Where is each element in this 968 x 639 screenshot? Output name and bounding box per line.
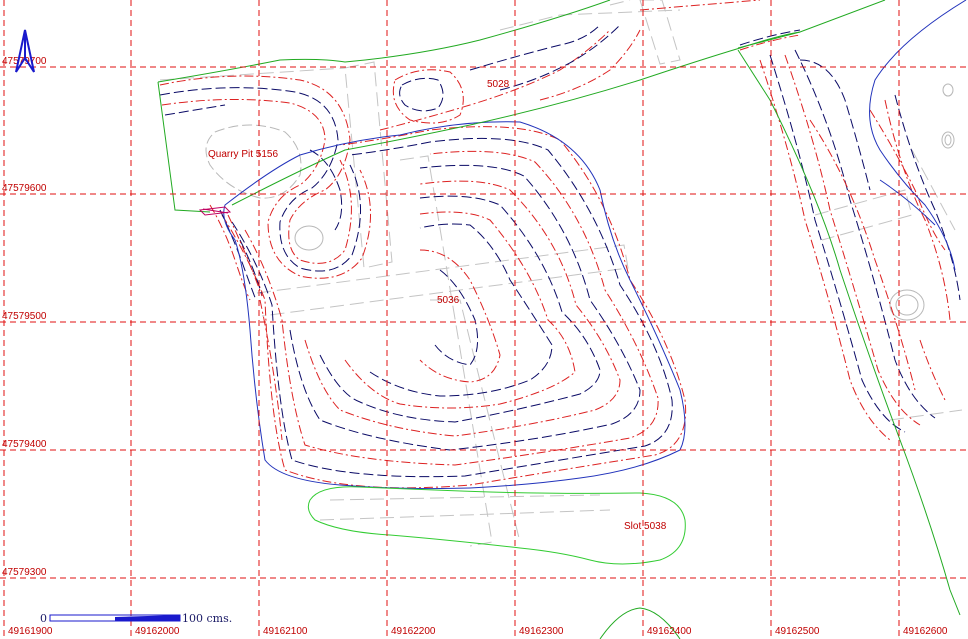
label-feature-5028: 5028: [487, 79, 510, 90]
x-axis-coordinates: 49161900 49162000 49162100 49162200 49162300…: [8, 626, 948, 637]
excavation-boundary: [157, 0, 961, 639]
contours-5028: [379, 0, 801, 131]
x-coordinate-label: 49161900: [8, 626, 53, 637]
section-trenches: [159, 0, 963, 547]
map-canvas: Quarry Pit 5156 5028 5036 Slot 5038 4916…: [0, 0, 968, 639]
y-coordinate-label: 47579300: [2, 567, 47, 578]
x-coordinate-label: 49162500: [775, 626, 820, 637]
y-axis-coordinates: 4757970047579600475795004757940047579300: [2, 56, 47, 578]
contours-5036: [221, 126, 687, 489]
x-coordinate-label: 49162600: [903, 626, 948, 637]
y-coordinate-label: 47579400: [2, 439, 47, 450]
contours-right-ditch: [759, 49, 961, 441]
scale-end-label: 100 cms.: [182, 612, 232, 625]
y-coordinate-label: 47579600: [2, 183, 47, 194]
y-coordinate-label: 47579500: [2, 311, 47, 322]
quarry-pit-marker: [198, 206, 232, 216]
cut-outlines: [223, 0, 967, 490]
x-coordinate-label: 49162000: [135, 626, 180, 637]
x-coordinate-label: 49162400: [647, 626, 692, 637]
scale-bar: 0 100 cms.: [40, 612, 232, 625]
scale-start-label: 0: [40, 612, 47, 625]
label-feature-5036: 5036: [437, 295, 460, 306]
x-coordinate-label: 49162300: [519, 626, 564, 637]
x-coordinate-label: 49162100: [263, 626, 308, 637]
x-coordinate-label: 49162200: [391, 626, 436, 637]
site-plan-map[interactable]: Quarry Pit 5156 5028 5036 Slot 5038 4916…: [0, 0, 968, 639]
label-slot: Slot 5038: [624, 521, 667, 532]
label-quarry-pit: Quarry Pit 5156: [208, 149, 278, 160]
